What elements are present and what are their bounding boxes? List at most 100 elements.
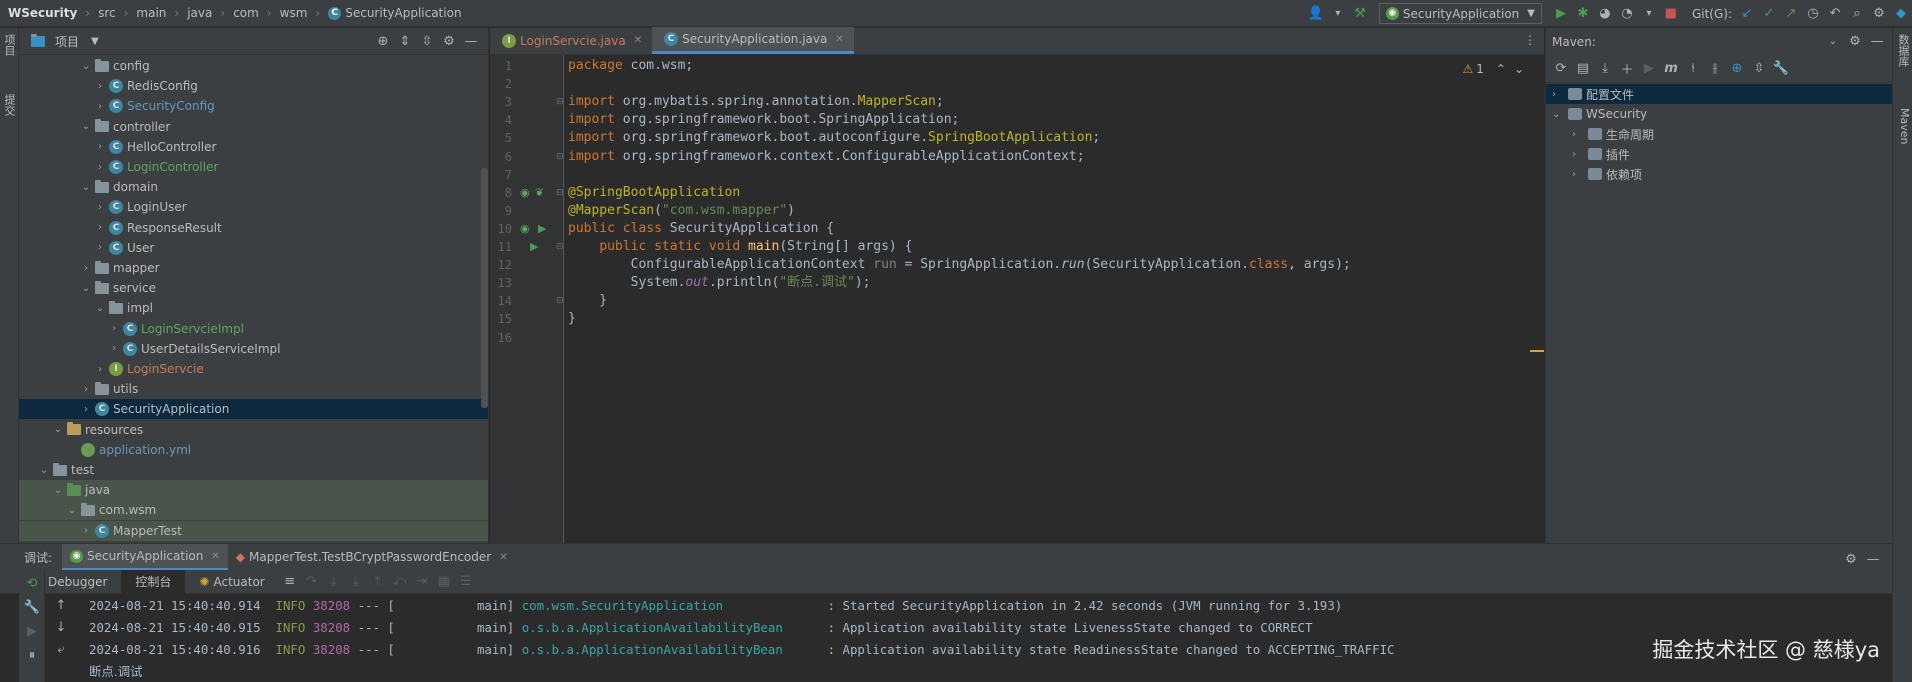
chevron-right-icon[interactable]: › bbox=[1572, 129, 1586, 140]
tree-item[interactable]: ⌄ service bbox=[19, 278, 488, 298]
tree-item[interactable]: ⌄ impl bbox=[19, 298, 488, 318]
plugin-icon[interactable]: ◆ bbox=[1890, 3, 1912, 25]
close-icon[interactable]: ✕ bbox=[835, 34, 843, 45]
tree-item[interactable]: application.yml bbox=[19, 440, 488, 460]
generate-sources-icon[interactable]: ▤ bbox=[1572, 58, 1594, 80]
chevron-down-icon[interactable]: ⌄ bbox=[79, 283, 93, 294]
rerun-icon[interactable]: ⟲ bbox=[21, 572, 43, 594]
close-icon[interactable]: ✕ bbox=[634, 35, 642, 46]
scrollbar[interactable] bbox=[481, 168, 488, 408]
settings-gear-icon[interactable]: ⚙ bbox=[1868, 3, 1890, 25]
chevron-right-icon[interactable]: › bbox=[93, 364, 107, 375]
fold-icon[interactable]: ⊟ bbox=[556, 91, 564, 113]
breadcrumb-class[interactable]: SecurityApplication bbox=[345, 6, 461, 20]
search-icon[interactable]: ⌕ bbox=[1846, 3, 1868, 25]
chevron-down-icon[interactable]: ⌄ bbox=[1514, 62, 1524, 76]
chevron-down-icon[interactable]: ⌄ bbox=[79, 61, 93, 72]
tree-item[interactable]: › C ResponseResult bbox=[19, 218, 488, 238]
tree-item[interactable]: ⌄ resources bbox=[19, 420, 488, 440]
chevron-right-icon[interactable]: › bbox=[79, 404, 93, 415]
tree-item[interactable]: › C MapperTest bbox=[19, 520, 488, 541]
breadcrumb-main[interactable]: main bbox=[136, 6, 166, 20]
fold-icon[interactable]: ⊟ bbox=[556, 182, 564, 204]
chevron-down-icon[interactable]: ⌄ bbox=[79, 121, 93, 132]
more-icon[interactable]: ⋮ bbox=[1524, 33, 1536, 47]
soft-wrap-icon[interactable]: ⤶ bbox=[50, 638, 72, 660]
spring-bean-icon[interactable]: ◉ bbox=[520, 182, 530, 204]
tree-item[interactable]: ⌄ config bbox=[19, 56, 488, 76]
fold-icon[interactable]: ⊟ bbox=[556, 146, 564, 168]
skip-tests-icon[interactable]: ⫲ bbox=[1704, 58, 1726, 80]
debug-tab-security-application[interactable]: ◉ SecurityApplication ✕ bbox=[62, 544, 228, 570]
tree-item[interactable]: › I LoginServcie bbox=[19, 359, 488, 379]
scroll-up-icon[interactable]: ↑ bbox=[50, 594, 72, 616]
commit-tool-tab[interactable]: 提交 bbox=[2, 94, 17, 116]
database-tool-tab[interactable]: 数据库 bbox=[1896, 34, 1911, 67]
chevron-down-icon[interactable]: ⌄ bbox=[93, 303, 107, 314]
trace-icon[interactable]: ☰ bbox=[455, 571, 477, 593]
tree-item[interactable]: › C LoginServcieImpl bbox=[19, 319, 488, 339]
chevron-right-icon[interactable]: › bbox=[93, 81, 107, 92]
tree-item[interactable]: › C HelloController bbox=[19, 137, 488, 157]
chevron-right-icon[interactable]: › bbox=[79, 525, 93, 536]
run-icon[interactable]: ▶ bbox=[1638, 58, 1660, 80]
breadcrumb-project[interactable]: WSecurity bbox=[8, 6, 77, 20]
history-icon[interactable]: ◷ bbox=[1802, 3, 1824, 25]
step-over-icon[interactable]: ↷ bbox=[301, 571, 323, 593]
fold-icon[interactable]: ⊟ bbox=[556, 236, 564, 258]
maven-tree-item[interactable]: › 配置文件 bbox=[1546, 84, 1893, 104]
breadcrumb-wsm[interactable]: wsm bbox=[280, 6, 308, 20]
maven-tree-item[interactable]: › 生命周期 bbox=[1546, 124, 1893, 144]
maven-goal-icon[interactable]: m bbox=[1660, 58, 1682, 80]
inspection-widget[interactable]: ⚠ 1 ⌃ ⌄ bbox=[1462, 62, 1524, 76]
minimize-icon[interactable]: — bbox=[1862, 548, 1884, 570]
chevron-right-icon[interactable]: › bbox=[79, 263, 93, 274]
chevron-right-icon[interactable]: › bbox=[1572, 149, 1586, 160]
run-configuration-select[interactable]: ◉ SecurityApplication ▼ bbox=[1378, 3, 1542, 24]
subtab-debugger[interactable]: Debugger bbox=[34, 570, 121, 594]
chevron-down-icon[interactable]: ⌄ bbox=[51, 424, 65, 435]
build-hammer-icon[interactable]: ⚒ bbox=[1349, 3, 1371, 25]
tree-item[interactable]: ⌄ java bbox=[19, 480, 488, 501]
debug-bug-icon[interactable]: ✱ bbox=[1572, 3, 1594, 25]
subtab-actuator[interactable]: ✺ Actuator bbox=[185, 570, 278, 594]
scroll-down-icon[interactable]: ↓ bbox=[50, 616, 72, 638]
step-out-icon[interactable]: ⤒ bbox=[367, 571, 389, 593]
chevron-down-icon[interactable]: ▼ bbox=[91, 36, 99, 47]
close-icon[interactable]: ✕ bbox=[499, 552, 507, 563]
tree-item[interactable]: ⌄ com.wsm bbox=[19, 500, 488, 521]
expand-all-icon[interactable]: ⇕ bbox=[394, 30, 416, 52]
tab-security-application[interactable]: C SecurityApplication.java ✕ bbox=[652, 27, 854, 54]
git-commit-icon[interactable]: ✓ bbox=[1758, 3, 1780, 25]
warning-marker[interactable] bbox=[1530, 350, 1544, 352]
tree-item[interactable]: › C SecurityConfig bbox=[19, 96, 488, 116]
chevron-down-icon[interactable]: ▾ bbox=[1327, 3, 1349, 25]
run-to-cursor-icon[interactable]: ⇥ bbox=[411, 571, 433, 593]
chevron-right-icon[interactable]: › bbox=[93, 101, 107, 112]
git-update-icon[interactable]: ↙ bbox=[1736, 3, 1758, 25]
tree-item[interactable]: › C SecurityApplication bbox=[19, 399, 488, 420]
breadcrumb-java[interactable]: java bbox=[187, 6, 212, 20]
chevron-down-icon[interactable]: ⌄ bbox=[1552, 109, 1566, 120]
chevron-down-icon[interactable]: ⌄ bbox=[37, 465, 51, 476]
chevron-right-icon[interactable]: › bbox=[1552, 89, 1566, 100]
tree-item[interactable]: ⌄ test bbox=[19, 460, 488, 480]
chevron-right-icon[interactable]: › bbox=[107, 323, 121, 334]
gear-icon[interactable]: ⚙ bbox=[1844, 30, 1866, 52]
step-into-icon[interactable]: ⤓ bbox=[323, 571, 345, 593]
chevron-up-icon[interactable]: ⌃ bbox=[1496, 62, 1506, 76]
chevron-right-icon[interactable]: › bbox=[79, 384, 93, 395]
wrench-icon[interactable]: 🔧 bbox=[21, 596, 43, 618]
coverage-icon[interactable]: ◕ bbox=[1594, 3, 1616, 25]
breadcrumb-com[interactable]: com bbox=[233, 6, 259, 20]
chevron-right-icon[interactable]: › bbox=[93, 162, 107, 173]
tree-item[interactable]: › C RedisConfig bbox=[19, 76, 488, 96]
gear-icon[interactable]: ⚙ bbox=[1840, 548, 1862, 570]
rollback-icon[interactable]: ↶ bbox=[1824, 3, 1846, 25]
locate-icon[interactable]: ⊕ bbox=[372, 30, 394, 52]
profile-icon[interactable]: ◔ bbox=[1616, 3, 1638, 25]
chevron-down-icon[interactable]: ⌄ bbox=[51, 485, 65, 496]
toggle-offline-icon[interactable]: ⫮ bbox=[1682, 58, 1704, 80]
spring-context-icon[interactable]: ❦ bbox=[535, 182, 544, 204]
reload-icon[interactable]: ⟳ bbox=[1550, 58, 1572, 80]
